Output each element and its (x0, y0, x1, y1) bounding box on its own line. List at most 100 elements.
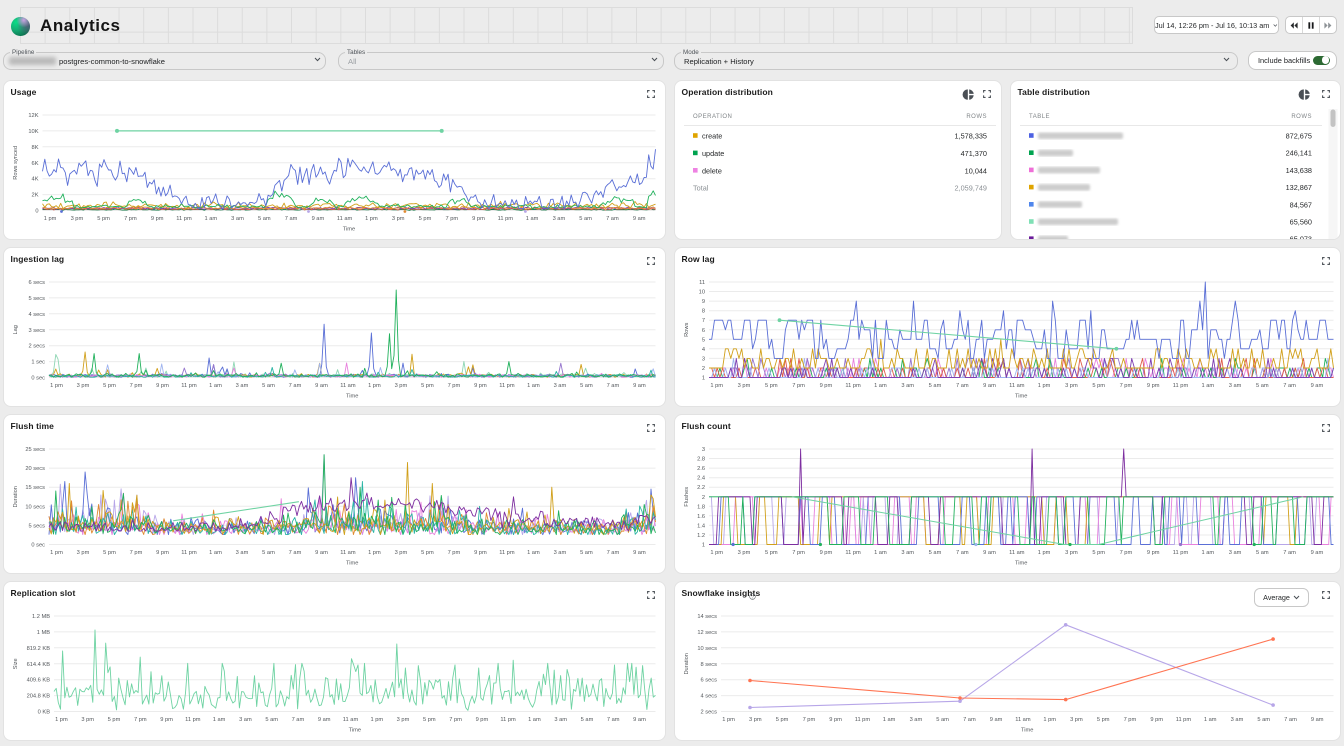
svg-text:2: 2 (702, 366, 705, 372)
svg-text:7: 7 (702, 318, 705, 324)
svg-text:5 am: 5 am (580, 383, 593, 389)
svg-text:5 am: 5 am (1256, 383, 1269, 389)
svg-text:10 secs: 10 secs (25, 504, 45, 510)
svg-text:7 pm: 7 pm (792, 383, 805, 389)
svg-text:3 pm: 3 pm (77, 383, 90, 389)
svg-text:5 pm: 5 pm (97, 216, 110, 222)
svg-text:9 pm: 9 pm (151, 216, 164, 222)
svg-text:8K: 8K (32, 145, 39, 151)
svg-text:6K: 6K (32, 161, 39, 167)
svg-text:5: 5 (702, 337, 705, 343)
svg-text:5 am: 5 am (579, 216, 592, 222)
svg-text:3 am: 3 am (1231, 717, 1244, 723)
svg-text:5 pm: 5 pm (765, 550, 778, 556)
svg-text:3 pm: 3 pm (1070, 717, 1083, 723)
svg-text:11 pm: 11 pm (845, 383, 861, 389)
svg-text:7 pm: 7 pm (448, 383, 461, 389)
svg-text:3 am: 3 am (554, 550, 567, 556)
svg-text:7 pm: 7 pm (1124, 717, 1137, 723)
svg-text:11 pm: 11 pm (855, 717, 871, 723)
svg-text:9 pm: 9 pm (160, 717, 173, 723)
svg-text:Time: Time (1015, 394, 1027, 400)
svg-text:1 pm: 1 pm (50, 383, 63, 389)
svg-text:1 pm: 1 pm (44, 216, 57, 222)
svg-text:3 am: 3 am (554, 383, 567, 389)
svg-text:7 am: 7 am (956, 550, 969, 556)
svg-text:11 pm: 11 pm (1176, 717, 1192, 723)
svg-text:20 secs: 20 secs (25, 466, 45, 472)
svg-text:4 secs: 4 secs (701, 694, 718, 700)
svg-text:7 pm: 7 pm (1120, 383, 1133, 389)
svg-text:7 am: 7 am (606, 216, 619, 222)
svg-text:7 am: 7 am (1283, 550, 1296, 556)
svg-text:7 am: 7 am (607, 383, 620, 389)
svg-text:84,567: 84,567 (1290, 200, 1312, 209)
svg-text:7 pm: 7 pm (1120, 550, 1133, 556)
svg-text:Time: Time (343, 227, 355, 233)
svg-text:5 pm: 5 pm (103, 383, 116, 389)
svg-text:Lag: Lag (13, 325, 19, 335)
svg-text:5 pm: 5 pm (103, 550, 116, 556)
svg-text:3 am: 3 am (239, 717, 252, 723)
svg-text:1.2: 1.2 (697, 533, 705, 539)
svg-text:11 pm: 11 pm (499, 550, 515, 556)
svg-text:5 pm: 5 pm (108, 717, 121, 723)
svg-text:11 pm: 11 pm (176, 216, 192, 222)
svg-text:7 am: 7 am (963, 717, 976, 723)
svg-text:11 pm: 11 pm (185, 717, 201, 723)
svg-text:3 pm: 3 pm (395, 383, 408, 389)
svg-text:5 pm: 5 pm (776, 717, 789, 723)
svg-text:10,044: 10,044 (965, 166, 987, 175)
svg-text:9 pm: 9 pm (474, 550, 487, 556)
svg-text:7 pm: 7 pm (448, 550, 461, 556)
svg-text:1 pm: 1 pm (722, 717, 735, 723)
svg-text:Time: Time (1015, 561, 1027, 567)
svg-text:9 am: 9 am (1311, 383, 1324, 389)
svg-text:3 pm: 3 pm (81, 717, 94, 723)
svg-text:3 am: 3 am (910, 717, 923, 723)
svg-text:2 secs: 2 secs (701, 710, 718, 716)
svg-text:delete: delete (702, 166, 722, 175)
svg-text:1 am: 1 am (1201, 550, 1214, 556)
svg-text:6: 6 (702, 328, 705, 334)
svg-text:9 am: 9 am (983, 550, 996, 556)
svg-text:1.2 MB: 1.2 MB (32, 614, 50, 620)
svg-text:9 pm: 9 pm (829, 717, 842, 723)
svg-text:0 KB: 0 KB (38, 710, 51, 716)
svg-text:5 secs: 5 secs (29, 523, 46, 529)
svg-text:11 am: 11 am (1009, 550, 1025, 556)
svg-text:7 am: 7 am (1283, 383, 1296, 389)
svg-text:471,370: 471,370 (961, 149, 987, 158)
svg-text:1 MB: 1 MB (37, 630, 50, 636)
svg-text:2.4: 2.4 (697, 476, 705, 482)
svg-text:2.6: 2.6 (697, 466, 705, 472)
svg-text:0 sec: 0 sec (31, 376, 45, 382)
svg-text:6 secs: 6 secs (29, 280, 46, 286)
svg-text:1: 1 (702, 376, 705, 382)
svg-text:11 pm: 11 pm (1173, 550, 1189, 556)
svg-text:OPERATION: OPERATION (693, 114, 732, 120)
svg-text:1 pm: 1 pm (365, 216, 378, 222)
svg-text:7 pm: 7 pm (445, 216, 458, 222)
svg-text:ROWS: ROWS (1291, 114, 1312, 120)
svg-text:3 am: 3 am (236, 550, 249, 556)
svg-text:65,073: 65,073 (1290, 235, 1312, 240)
svg-text:Size: Size (13, 658, 19, 669)
svg-text:1 am: 1 am (874, 383, 887, 389)
svg-text:Time: Time (346, 394, 358, 400)
svg-text:1 pm: 1 pm (1038, 550, 1051, 556)
svg-text:9 am: 9 am (1311, 550, 1324, 556)
svg-text:5 am: 5 am (929, 383, 942, 389)
svg-text:7 am: 7 am (607, 717, 620, 723)
svg-text:1 pm: 1 pm (710, 383, 723, 389)
svg-text:6 secs: 6 secs (701, 678, 718, 684)
svg-text:5 am: 5 am (262, 550, 275, 556)
svg-text:1.8: 1.8 (697, 504, 705, 510)
svg-text:3: 3 (702, 356, 705, 362)
svg-text:9: 9 (702, 299, 705, 305)
svg-text:3 pm: 3 pm (71, 216, 84, 222)
svg-text:7 am: 7 am (1284, 717, 1297, 723)
svg-text:872,675: 872,675 (1286, 132, 1312, 141)
svg-text:2.8: 2.8 (697, 457, 705, 463)
svg-text:12K: 12K (28, 113, 38, 119)
